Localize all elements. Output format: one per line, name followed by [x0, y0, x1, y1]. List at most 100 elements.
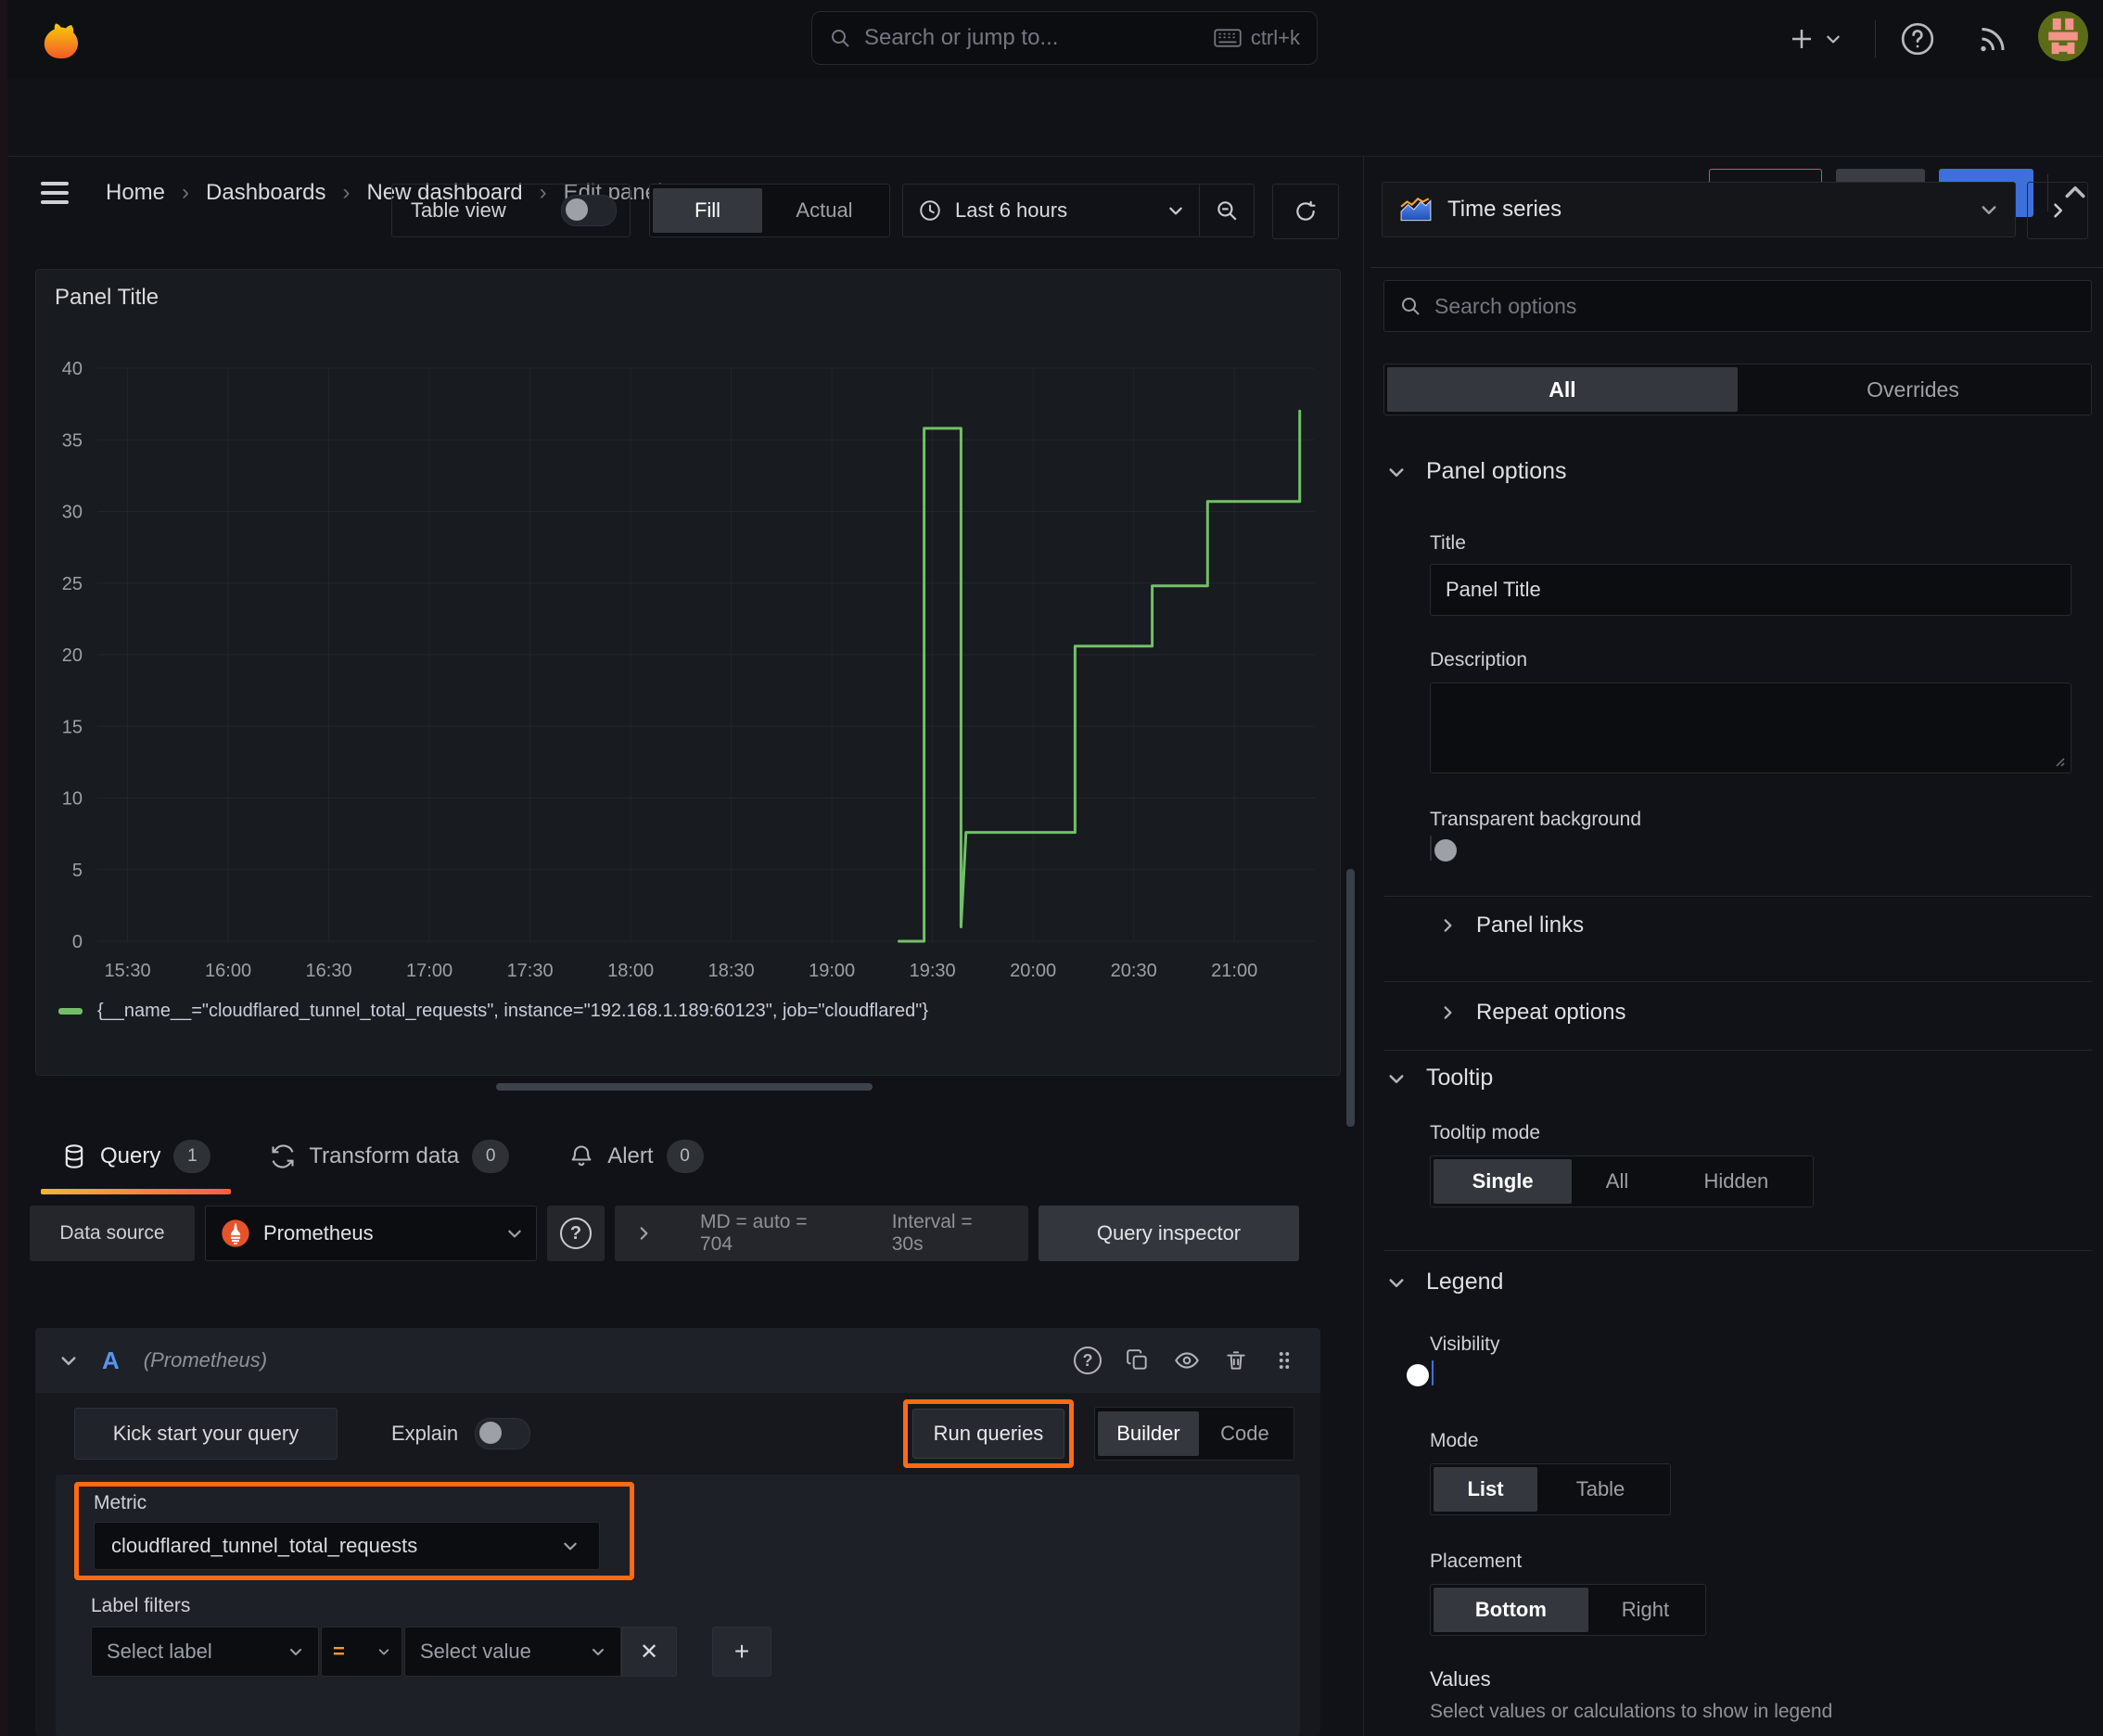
tab-alert-count: 0 — [666, 1140, 704, 1173]
tab-transform-count: 0 — [472, 1140, 510, 1173]
tab-query-count: 1 — [173, 1140, 211, 1173]
refresh-button[interactable] — [1272, 184, 1339, 239]
tooltip-mode-hidden[interactable]: Hidden — [1663, 1159, 1810, 1204]
run-queries-button[interactable]: Run queries — [912, 1409, 1064, 1459]
question-circle-icon: ? — [560, 1218, 592, 1249]
fill-actual-switch: Fill Actual — [649, 184, 890, 237]
legend-placement-right[interactable]: Right — [1588, 1588, 1702, 1632]
tab-query[interactable]: Query 1 — [35, 1118, 236, 1194]
collapse-options-button[interactable] — [2027, 182, 2088, 239]
tab-transform-data[interactable]: Transform data 0 — [244, 1118, 535, 1194]
query-row-header[interactable]: A (Prometheus) ? — [35, 1328, 1320, 1393]
panel-options-header[interactable]: Panel options — [1387, 458, 1567, 485]
help-button[interactable] — [1899, 20, 1936, 57]
options-divider — [1370, 267, 2103, 268]
query-help-button[interactable]: ? — [1074, 1347, 1102, 1374]
chart-legend[interactable]: {__name__="cloudflared_tunnel_total_requ… — [58, 1001, 928, 1022]
news-rss-button[interactable] — [1975, 22, 2008, 56]
datasource-picker[interactable]: Prometheus — [205, 1206, 537, 1261]
search-icon — [1399, 295, 1421, 317]
panel-resize-handle[interactable] — [496, 1083, 873, 1091]
section-divider — [1383, 981, 2092, 982]
legend-mode-list[interactable]: List — [1434, 1467, 1537, 1512]
vertical-scrollbar[interactable] — [1346, 869, 1355, 1127]
query-inspector-button[interactable]: Query inspector — [1039, 1206, 1299, 1261]
user-avatar[interactable] — [2038, 11, 2088, 61]
duplicate-query-button[interactable] — [1126, 1348, 1150, 1372]
query-editor-card: A (Prometheus) ? Kick start your query E… — [35, 1328, 1320, 1736]
remove-filter-button[interactable]: ✕ — [621, 1627, 677, 1677]
add-filter-button[interactable]: + — [712, 1627, 771, 1677]
drag-query-handle[interactable] — [1272, 1348, 1296, 1372]
time-range-picker[interactable]: Last 6 hours — [903, 198, 1199, 223]
svg-text:20: 20 — [62, 645, 83, 666]
code-option[interactable]: Code — [1199, 1411, 1291, 1456]
visualization-picker[interactable]: Time series — [1382, 182, 2016, 237]
visibility-label: Visibility — [1430, 1334, 1500, 1355]
actual-option[interactable]: Actual — [762, 188, 886, 233]
chevron-down-icon — [1387, 1069, 1406, 1088]
metric-select[interactable]: cloudflared_tunnel_total_requests — [94, 1522, 600, 1570]
grafana-logo-icon[interactable] — [33, 13, 83, 63]
legend-mode-table[interactable]: Table — [1537, 1467, 1663, 1512]
grafana-edit-panel-screen: Search or jump to... ctrl+k Home › Dashb… — [0, 0, 2103, 1736]
window-edge — [0, 0, 7, 1736]
time-series-chart[interactable]: 0 5 10 15 20 25 30 35 40 15:30 16:00 16:30 17:00 17:3… — [38, 350, 1336, 999]
legend-section-header[interactable]: Legend — [1387, 1269, 1503, 1296]
chevron-down-icon — [1825, 31, 1842, 47]
datasource-help-button[interactable]: ? — [547, 1206, 605, 1261]
svg-text:21:00: 21:00 — [1211, 961, 1257, 981]
drag-dots-icon — [1279, 1352, 1290, 1369]
query-toolbar: Kick start your query Explain Run querie… — [35, 1393, 1320, 1474]
chevron-down-icon — [1980, 200, 1998, 219]
search-options-input[interactable]: Search options — [1383, 280, 2092, 332]
explain-toggle[interactable] — [475, 1418, 531, 1449]
tooltip-mode-single[interactable]: Single — [1434, 1159, 1573, 1204]
legend-visibility-toggle[interactable] — [1407, 1360, 1434, 1386]
svg-text:18:00: 18:00 — [607, 961, 654, 981]
panel-links-section[interactable]: Panel links — [1439, 913, 1584, 938]
operator-dropdown[interactable]: = — [321, 1627, 402, 1677]
select-value-placeholder: Select value — [420, 1640, 531, 1663]
svg-text:0: 0 — [72, 932, 83, 952]
description-label: Description — [1430, 649, 1528, 670]
chevron-down-icon — [1387, 1273, 1406, 1292]
panel-title: Panel Title — [55, 285, 159, 310]
tab-all[interactable]: All — [1387, 367, 1738, 412]
tooltip-mode-all[interactable]: All — [1572, 1159, 1663, 1204]
builder-option[interactable]: Builder — [1098, 1411, 1199, 1456]
select-value-dropdown[interactable]: Select value — [404, 1627, 621, 1677]
tab-overrides[interactable]: Overrides — [1738, 367, 2088, 412]
kickstart-query-button[interactable]: Kick start your query — [74, 1408, 338, 1460]
new-dropdown-button[interactable] — [1788, 19, 1842, 59]
clock-icon — [918, 198, 942, 223]
description-textarea[interactable] — [1430, 683, 2071, 773]
select-label-dropdown[interactable]: Select label — [91, 1627, 319, 1677]
delete-query-button[interactable] — [1224, 1348, 1248, 1372]
tab-alert[interactable]: Alert 0 — [542, 1118, 729, 1194]
table-view-toggle[interactable] — [561, 195, 617, 226]
table-view-label: Table view — [411, 198, 506, 222]
breadcrumb-home[interactable]: Home — [106, 180, 165, 206]
svg-text:15:30: 15:30 — [105, 961, 151, 981]
legend-placement-bottom[interactable]: Bottom — [1434, 1588, 1588, 1632]
all-overrides-tabs: All Overrides — [1383, 364, 2092, 415]
prometheus-icon — [221, 1219, 250, 1248]
fill-option[interactable]: Fill — [653, 188, 762, 233]
tooltip-mode-label: Tooltip mode — [1430, 1122, 1541, 1143]
repeat-options-section[interactable]: Repeat options — [1439, 1000, 1625, 1026]
transparent-background-toggle[interactable] — [1430, 836, 1457, 862]
svg-text:40: 40 — [62, 359, 83, 379]
breadcrumb-dashboards[interactable]: Dashboards — [206, 180, 325, 206]
hide-query-button[interactable] — [1174, 1347, 1200, 1373]
panel-title-input[interactable] — [1430, 564, 2071, 616]
tooltip-mode-switch: Single All Hidden — [1430, 1155, 1814, 1207]
copy-icon — [1127, 1349, 1147, 1370]
query-options-summary[interactable]: MD = auto = 704 Interval = 30s — [615, 1206, 1028, 1261]
tooltip-section-header[interactable]: Tooltip — [1387, 1065, 1493, 1091]
bell-icon — [568, 1143, 594, 1169]
menu-toggle-button[interactable] — [41, 176, 69, 210]
zoom-out-button[interactable] — [1199, 185, 1254, 236]
search-icon — [829, 27, 851, 49]
global-search-input[interactable]: Search or jump to... ctrl+k — [811, 11, 1318, 65]
